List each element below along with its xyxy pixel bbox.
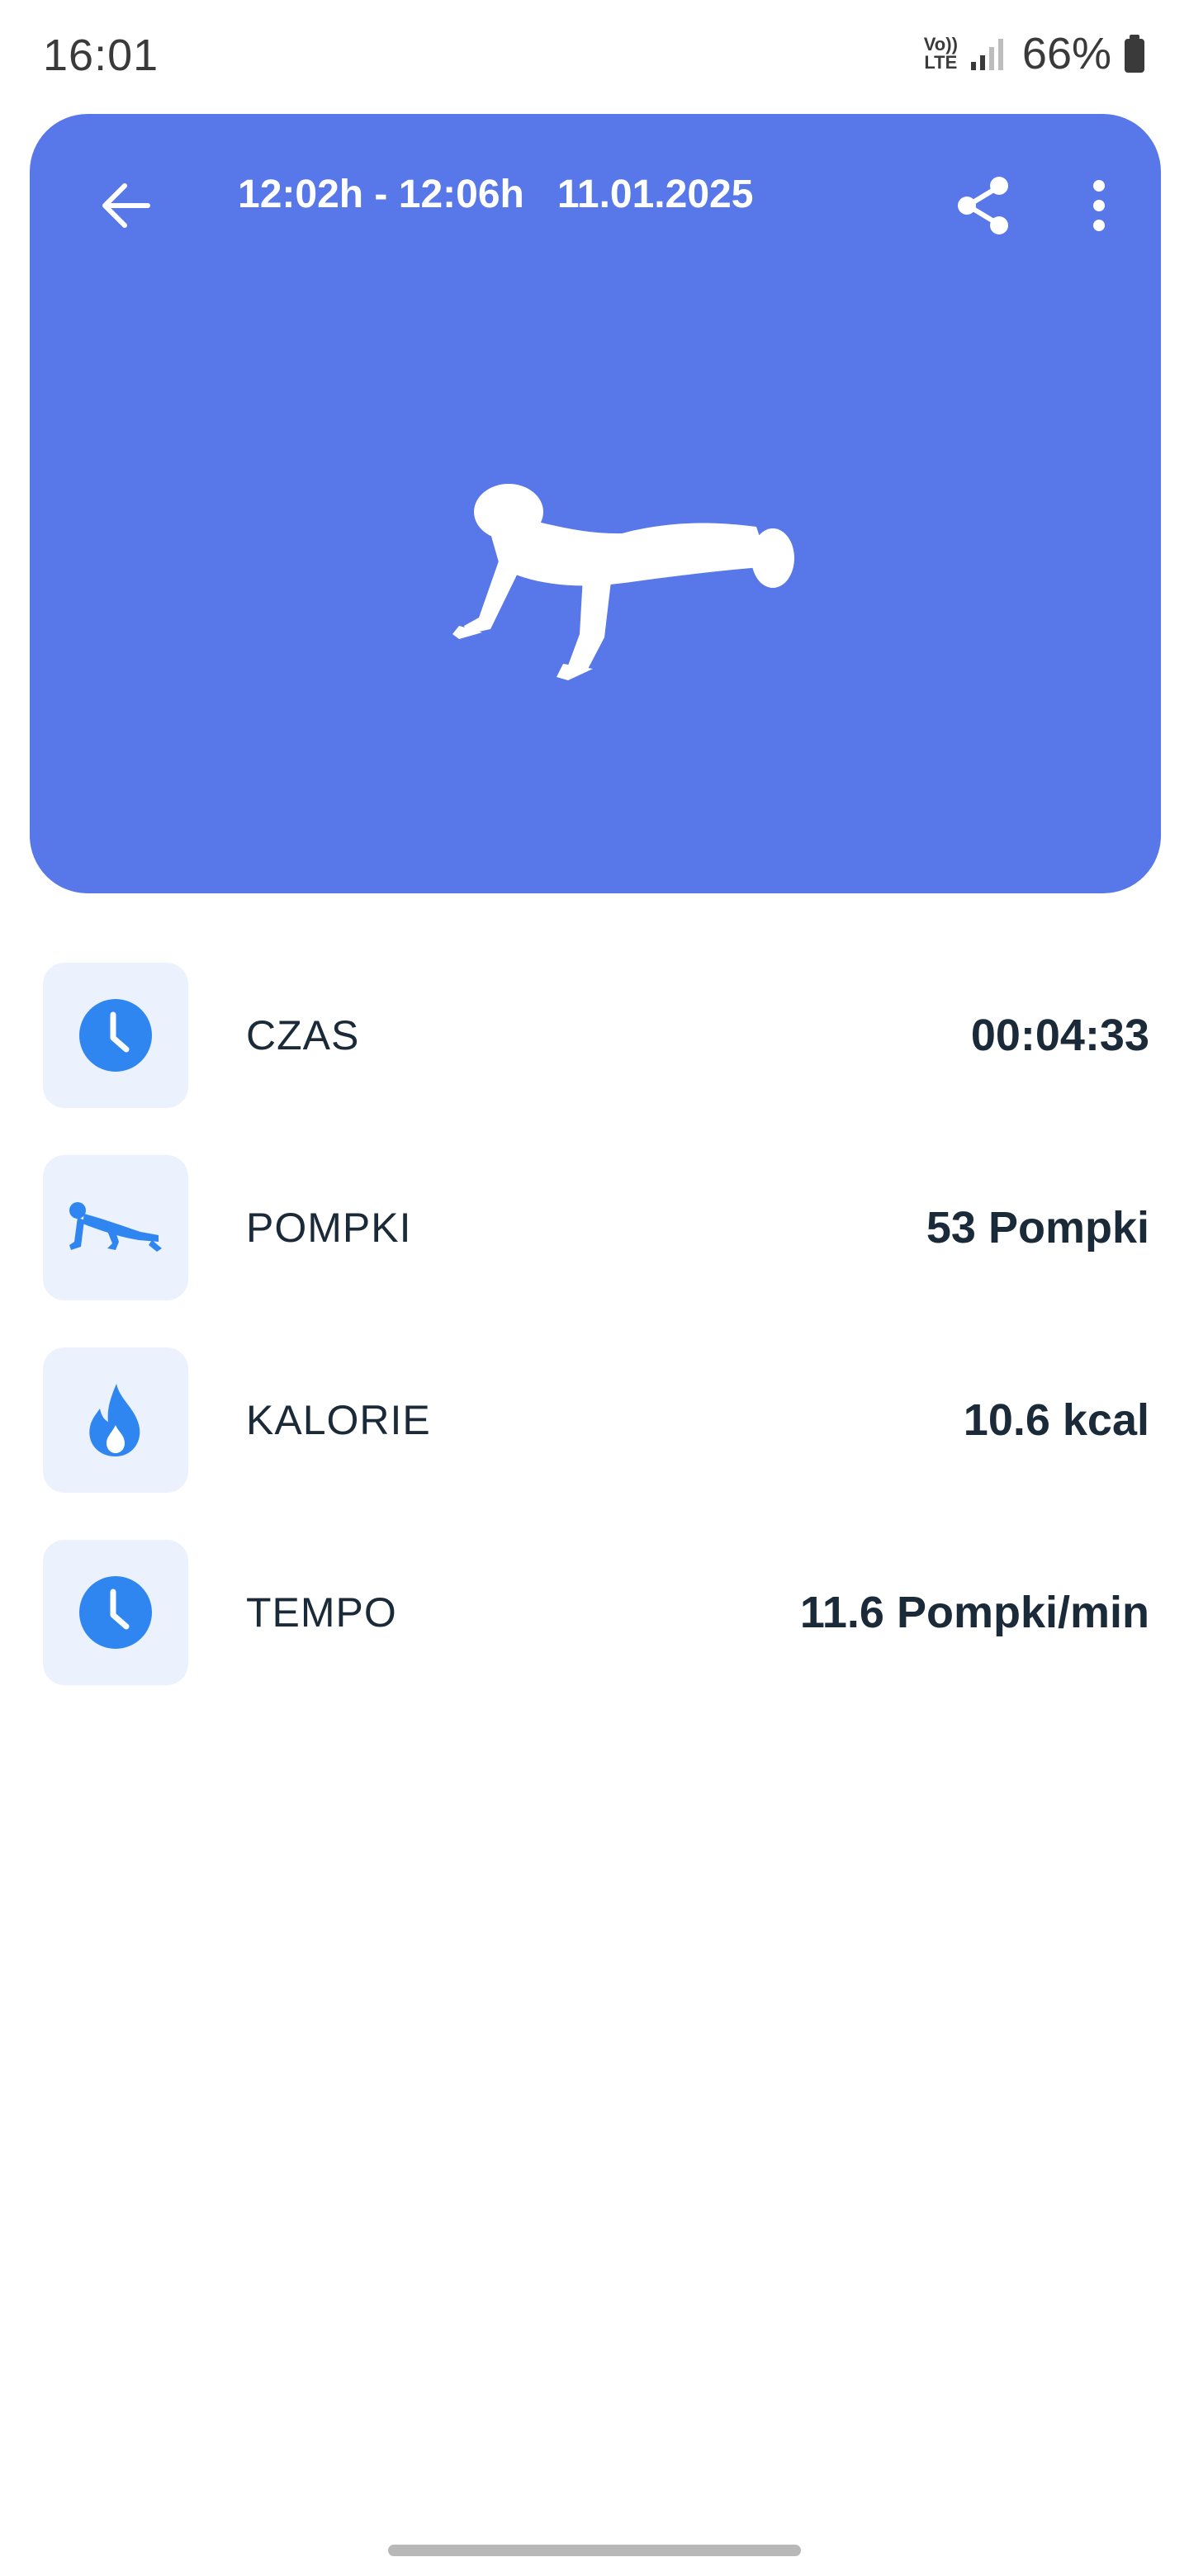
- share-icon: [958, 177, 1008, 234]
- stat-label: KALORIE: [246, 1397, 431, 1443]
- stat-label: TEMPO: [246, 1589, 397, 1636]
- status-time: 16:01: [43, 31, 159, 80]
- status-bar: 16:01 Vo)) LTE 66%: [0, 0, 1189, 112]
- stat-row-tempo: TEMPO 11.6 Pompki/min: [43, 1540, 1149, 1685]
- signal-icon: [970, 39, 1003, 70]
- clock-icon: [79, 1576, 152, 1649]
- battery-icon: [1125, 35, 1144, 73]
- stat-label: POMPKI: [246, 1205, 412, 1251]
- stat-value: 11.6 Pompki/min: [799, 1588, 1149, 1637]
- pushup-icon: [69, 1202, 162, 1252]
- stat-icon-box: [43, 1347, 188, 1493]
- stat-value: 10.6 kcal: [963, 1395, 1149, 1445]
- stat-value: 00:04:33: [970, 1011, 1149, 1060]
- status-icons: Vo)) LTE 66%: [924, 25, 1146, 83]
- share-button[interactable]: [938, 160, 1029, 251]
- volte-top-text: Vo)): [923, 34, 958, 54]
- gesture-navigation-bar[interactable]: [388, 2545, 801, 2556]
- stat-value: 53 Pompki: [926, 1203, 1149, 1252]
- session-time-range: 12:02h - 12:06h 11.01.2025: [238, 173, 754, 216]
- stat-row-pompki: POMPKI 53 Pompki: [43, 1155, 1149, 1300]
- volte-bottom-text: LTE: [924, 52, 958, 73]
- more-options-button[interactable]: [1054, 160, 1144, 251]
- stat-icon-box: [43, 1540, 188, 1685]
- stat-row-czas: CZAS 00:04:33: [43, 963, 1149, 1108]
- stat-icon-box: [43, 963, 188, 1108]
- screen: 16:01 Vo)) LTE 66% 12:02h - 12:06h 11.01…: [0, 0, 1189, 2576]
- battery-percentage: 66%: [1021, 29, 1111, 78]
- session-header-card: 12:02h - 12:06h 11.01.2025: [30, 114, 1161, 893]
- pushup-figure-icon: [452, 484, 794, 680]
- more-vertical-icon: [1093, 180, 1105, 231]
- arrow-left-icon: [102, 183, 150, 228]
- stat-row-kalorie: KALORIE 10.6 kcal: [43, 1347, 1149, 1493]
- back-button[interactable]: [81, 160, 172, 251]
- clock-icon: [79, 999, 152, 1072]
- stat-label: CZAS: [246, 1012, 360, 1058]
- stat-icon-box: [43, 1155, 188, 1300]
- flame-icon: [89, 1384, 140, 1456]
- volte-icon: Vo)) LTE: [924, 36, 958, 72]
